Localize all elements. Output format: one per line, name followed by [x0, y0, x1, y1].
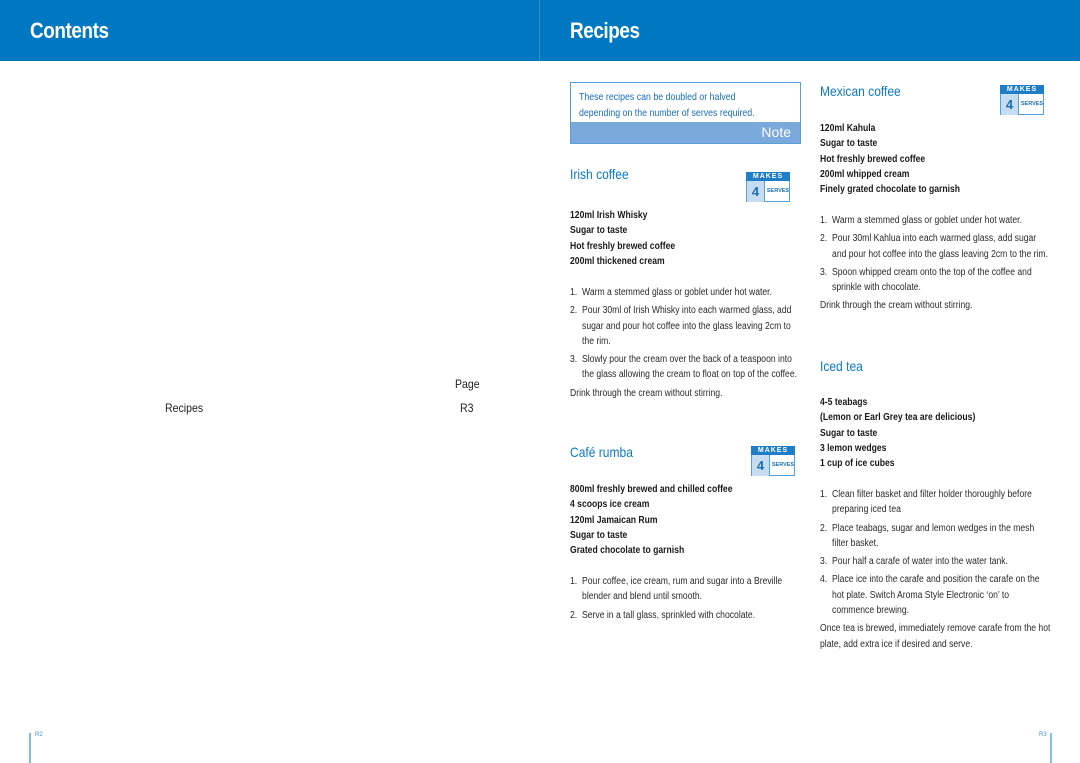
ingredient: 120ml Irish Whisky — [570, 210, 648, 221]
ingredient: 200ml whipped cream — [820, 168, 910, 180]
recipe-title-irish-coffee: Irish coffee — [570, 166, 629, 182]
step: 3. Pour half a carafe of water into the w… — [820, 556, 1008, 568]
step-text: Slowly pour the cream over the back of a… — [582, 354, 798, 381]
step-text: Pour 30ml of Irish Whisky into each warm… — [582, 305, 792, 347]
makes-badge: MAKES 4 SERVES — [751, 446, 795, 476]
step-text: Warm a stemmed glass or goblet under hot… — [582, 287, 772, 298]
note-bar: Note — [571, 122, 800, 143]
step-text: Pour coffee, ice cream, rum and sugar in… — [582, 576, 783, 603]
makes-badge: MAKES 4 SERVES — [1000, 85, 1044, 115]
makes-badge: MAKES 4 SERVES — [746, 172, 790, 202]
closing-note: Drink through the cream without stirring… — [570, 387, 723, 399]
recipes-page-title: Recipes — [570, 18, 640, 43]
closing-note: Drink through the cream without stirring… — [820, 300, 973, 312]
ingredient: Sugar to taste — [820, 138, 878, 150]
serves-label: SERVES — [771, 462, 795, 468]
note-box: These recipes can be doubled or halved d… — [570, 82, 801, 144]
folio-rule-right — [1050, 733, 1052, 763]
recipe-title-mexican-coffee: Mexican coffee — [820, 83, 901, 99]
ingredient: 120ml Kahula — [820, 123, 876, 134]
ingredient: 1 cup of ice cubes — [820, 458, 895, 470]
step: 1. Pour coffee, ice cream, rum and sugar … — [570, 576, 783, 603]
step: 3. Spoon whipped cream onto the top of th… — [820, 266, 1032, 294]
method-steps: 1. Warm a stemmed glass or goblet under h… — [820, 213, 1052, 314]
makes-label: MAKES — [746, 172, 790, 181]
method-steps: 1. Clean filter basket and filter holder … — [820, 487, 1052, 652]
ingredient: Sugar to taste — [570, 529, 628, 541]
ingredient-list: 120ml Kahula Sugar to taste Hot freshly … — [820, 121, 960, 197]
ingredient-list: 800ml freshly brewed and chilled coffee … — [570, 482, 733, 558]
ingredient: (Lemon or Earl Grey tea are delicious) — [820, 412, 976, 424]
step-text: Spoon whipped cream onto the top of the … — [832, 266, 1032, 294]
page-number-left: R2 — [35, 732, 43, 738]
step-text: Place ice into the carafe and position t… — [832, 574, 1040, 617]
serves-count: 4 — [1001, 94, 1019, 115]
step: 3. Slowly pour the cream over the back of… — [570, 354, 798, 381]
ingredient: 800ml freshly brewed and chilled coffee — [570, 484, 733, 495]
serves-label: SERVES — [1020, 101, 1044, 107]
toc-entry-label[interactable]: Recipes — [165, 401, 203, 415]
toc-entry-page[interactable]: R3 — [460, 401, 474, 415]
note-text: These recipes can be doubled or halved d… — [579, 90, 799, 121]
ingredient-list: 4-5 teabags (Lemon or Earl Grey tea are … — [820, 395, 975, 471]
serves-count: 4 — [747, 181, 765, 202]
step: 1. Clean filter basket and filter holder … — [820, 489, 1032, 516]
step-text: Clean filter basket and filter holder th… — [832, 489, 1032, 516]
ingredient: 3 lemon wedges — [820, 442, 887, 454]
toc-page-column-label: Page — [455, 377, 480, 391]
step-text: Pour 30ml Kahlua into each warmed glass,… — [832, 233, 1048, 260]
ingredient: Hot freshly brewed coffee — [820, 153, 926, 165]
folio-rule-left — [29, 733, 31, 763]
page-divider — [539, 0, 540, 61]
ingredient: 120ml Jamaican Rum — [570, 514, 658, 526]
serves-count: 4 — [752, 455, 770, 476]
method-steps: 1. Warm a stemmed glass or goblet under h… — [570, 285, 802, 401]
ingredient: Finely grated chocolate to garnish — [820, 184, 961, 196]
step: 2. Serve in a tall glass, sprinkled with … — [570, 609, 756, 621]
step: 1. Warm a stemmed glass or goblet under h… — [820, 215, 1022, 226]
serves-label: SERVES — [766, 188, 790, 194]
note-text-line: These recipes can be doubled or halved — [579, 92, 736, 103]
ingredient: Grated chocolate to garnish — [570, 545, 685, 557]
page-number-right: R3 — [1039, 732, 1047, 738]
ingredient: 200ml thickened cream — [570, 255, 665, 267]
ingredient: Hot freshly brewed coffee — [570, 240, 676, 252]
closing-note: Once tea is brewed, immediately remove c… — [820, 623, 1051, 650]
step-text: Place teabags, sugar and lemon wedges in… — [832, 522, 1035, 549]
ingredient: 4 scoops ice cream — [570, 499, 650, 511]
step-text: Warm a stemmed glass or goblet under hot… — [832, 215, 1022, 226]
makes-label: MAKES — [751, 446, 795, 455]
step: 2. Place teabags, sugar and lemon wedges … — [820, 522, 1035, 549]
step-text: Pour half a carafe of water into the wat… — [832, 556, 1008, 568]
recipe-title-cafe-rumba: Café rumba — [570, 444, 633, 460]
header-band — [0, 0, 1080, 61]
ingredient: Sugar to taste — [820, 427, 878, 439]
note-label: Note — [761, 124, 791, 140]
makes-label: MAKES — [1000, 85, 1044, 94]
contents-page-title: Contents — [30, 18, 109, 43]
step: 1. Warm a stemmed glass or goblet under h… — [570, 287, 772, 298]
step: 4. Place ice into the carafe and position… — [820, 574, 1040, 617]
method-steps: 1. Pour coffee, ice cream, rum and sugar … — [570, 574, 802, 626]
ingredient: Sugar to taste — [570, 225, 628, 237]
recipe-title-iced-tea: Iced tea — [820, 358, 863, 374]
note-text-line: depending on the number of serves requir… — [579, 107, 755, 119]
ingredient: 4-5 teabags — [820, 397, 868, 408]
step-text: Serve in a tall glass, sprinkled with ch… — [582, 609, 756, 621]
step: 2. Pour 30ml of Irish Whisky into each wa… — [570, 305, 792, 347]
step: 2. Pour 30ml Kahlua into each warmed glas… — [820, 233, 1048, 260]
ingredient-list: 120ml Irish Whisky Sugar to taste Hot fr… — [570, 208, 675, 269]
